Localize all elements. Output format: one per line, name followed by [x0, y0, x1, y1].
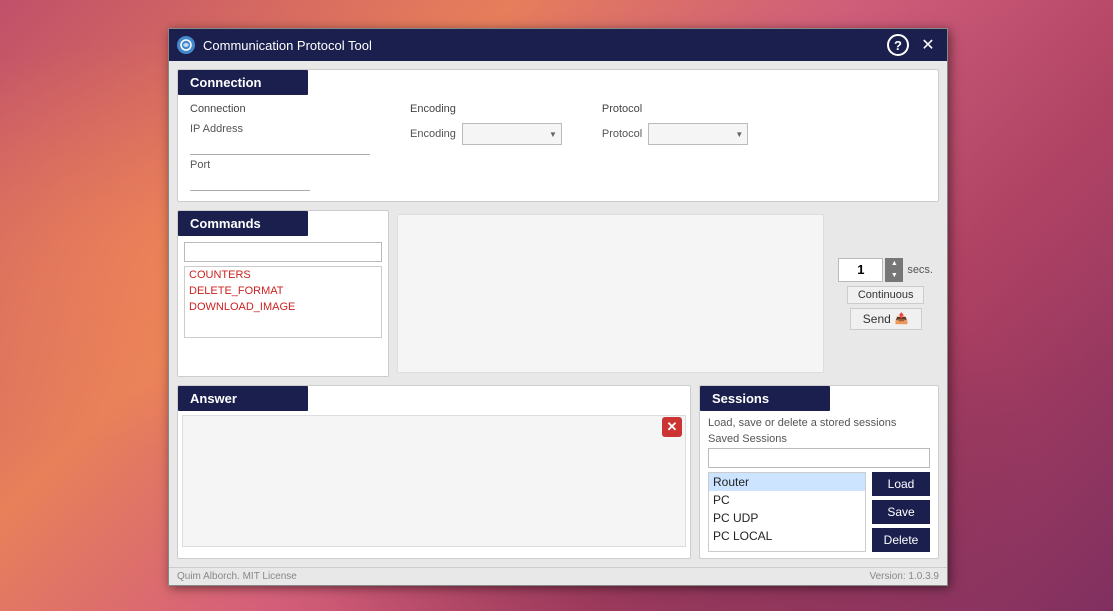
ip-label: IP Address [190, 123, 370, 135]
list-item[interactable]: DELETE_FORMAT [185, 283, 381, 299]
protocol-arrow: ▼ [735, 130, 743, 139]
spinner-buttons: ▲ ▼ [885, 258, 903, 282]
answer-header: Answer [178, 386, 308, 411]
connection-inner: Connection IP Address Port Encoding Enco… [178, 95, 938, 201]
send-label: Send [863, 312, 891, 326]
answer-inner: ✕ [178, 411, 690, 551]
protocol-field-label: Protocol [602, 128, 642, 140]
answer-clear-button[interactable]: ✕ [662, 417, 682, 437]
protocol-row: Protocol ▼ [602, 123, 748, 145]
send-icon: 📤 [895, 312, 909, 325]
command-text-panel [397, 214, 824, 373]
commands-inner: COUNTERS DELETE_FORMAT DOWNLOAD_IMAGE [178, 236, 388, 344]
answer-panel: Answer ✕ [177, 385, 691, 559]
ip-input[interactable] [190, 138, 370, 155]
commands-header: Commands [178, 211, 308, 236]
protocol-combo[interactable]: ▼ [648, 123, 748, 145]
sessions-list-area: Router PC PC UDP PC LOCAL Load Save Dele… [708, 472, 930, 552]
protocol-section-label: Protocol [602, 103, 748, 115]
sessions-label: Saved Sessions [708, 433, 930, 445]
answer-textarea[interactable] [182, 415, 686, 547]
commands-list: COUNTERS DELETE_FORMAT DOWNLOAD_IMAGE [185, 267, 381, 337]
list-item[interactable]: PC [709, 491, 865, 509]
footer: Quim Alborch. MIT License Version: 1.0.3… [169, 567, 947, 585]
sessions-list: Router PC PC UDP PC LOCAL [709, 473, 865, 545]
content-area: Connection Connection IP Address Port [169, 61, 947, 567]
sessions-panel: Sessions Load, save or delete a stored s… [699, 385, 939, 559]
app-icon [177, 36, 195, 54]
list-item[interactable]: DOWNLOAD_IMAGE [185, 299, 381, 315]
encoding-section-label: Encoding [410, 103, 562, 115]
bottom-area: Answer ✕ Sessions Load, save or delete a… [177, 385, 939, 559]
send-button[interactable]: Send 📤 [850, 308, 922, 330]
load-button[interactable]: Load [872, 472, 930, 496]
sessions-buttons: Load Save Delete [872, 472, 930, 552]
encoding-arrow: ▼ [549, 130, 557, 139]
list-item[interactable]: Router [709, 473, 865, 491]
app-title: Communication Protocol Tool [203, 38, 887, 53]
protocol-section: Protocol Protocol ▼ [602, 103, 748, 191]
spinner-down-button[interactable]: ▼ [885, 270, 903, 282]
commands-search[interactable] [184, 242, 382, 262]
sessions-list-container: Router PC PC UDP PC LOCAL [708, 472, 866, 552]
port-field-group: Port [190, 159, 370, 191]
secs-label: secs. [907, 264, 933, 276]
encoding-section: Encoding Encoding ▼ [410, 103, 562, 191]
sessions-description: Load, save or delete a stored sessions [708, 417, 930, 429]
ip-field-group: IP Address [190, 123, 370, 155]
port-input[interactable] [190, 174, 310, 191]
title-bar: Communication Protocol Tool ? ✕ [169, 29, 947, 61]
commands-list-ul: COUNTERS DELETE_FORMAT DOWNLOAD_IMAGE [185, 267, 381, 315]
main-window: Communication Protocol Tool ? ✕ Connecti… [168, 28, 948, 586]
commands-list-wrapper: COUNTERS DELETE_FORMAT DOWNLOAD_IMAGE [184, 266, 382, 338]
continuous-button[interactable]: Continuous [847, 286, 925, 304]
spinner-input[interactable] [838, 258, 883, 282]
title-controls: ? ✕ [887, 34, 939, 56]
commands-area: Commands COUNTERS DELETE_FORMAT DOWNLOAD… [177, 210, 939, 377]
encoding-combo[interactable]: ▼ [462, 123, 562, 145]
delete-button[interactable]: Delete [872, 528, 930, 552]
spinner-up-button[interactable]: ▲ [885, 258, 903, 270]
close-button[interactable]: ✕ [917, 34, 939, 56]
port-label: Port [190, 159, 370, 171]
save-button[interactable]: Save [872, 500, 930, 524]
send-controls: ▲ ▼ secs. Continuous Send 📤 [832, 210, 939, 377]
connection-header: Connection [178, 70, 308, 95]
version-text: Version: 1.0.3.9 [870, 571, 940, 582]
commands-panel: Commands COUNTERS DELETE_FORMAT DOWNLOAD… [177, 210, 389, 377]
help-button[interactable]: ? [887, 34, 909, 56]
sessions-search[interactable] [708, 448, 930, 468]
spinner-control: ▲ ▼ secs. [838, 258, 933, 282]
list-item[interactable]: PC UDP [709, 509, 865, 527]
encoding-field-label: Encoding [410, 128, 456, 140]
clear-icon: ✕ [662, 417, 682, 437]
connection-section-label: Connection [190, 103, 370, 115]
list-item[interactable]: COUNTERS [185, 267, 381, 283]
sessions-header: Sessions [700, 386, 830, 411]
sessions-inner: Load, save or delete a stored sessions S… [700, 411, 938, 558]
license-text: Quim Alborch. MIT License [177, 571, 297, 582]
command-textarea[interactable] [398, 215, 823, 372]
connection-panel: Connection Connection IP Address Port [177, 69, 939, 202]
encoding-row: Encoding ▼ [410, 123, 562, 145]
list-item[interactable]: PC LOCAL [709, 527, 865, 545]
connection-fields: Connection IP Address Port [190, 103, 370, 191]
